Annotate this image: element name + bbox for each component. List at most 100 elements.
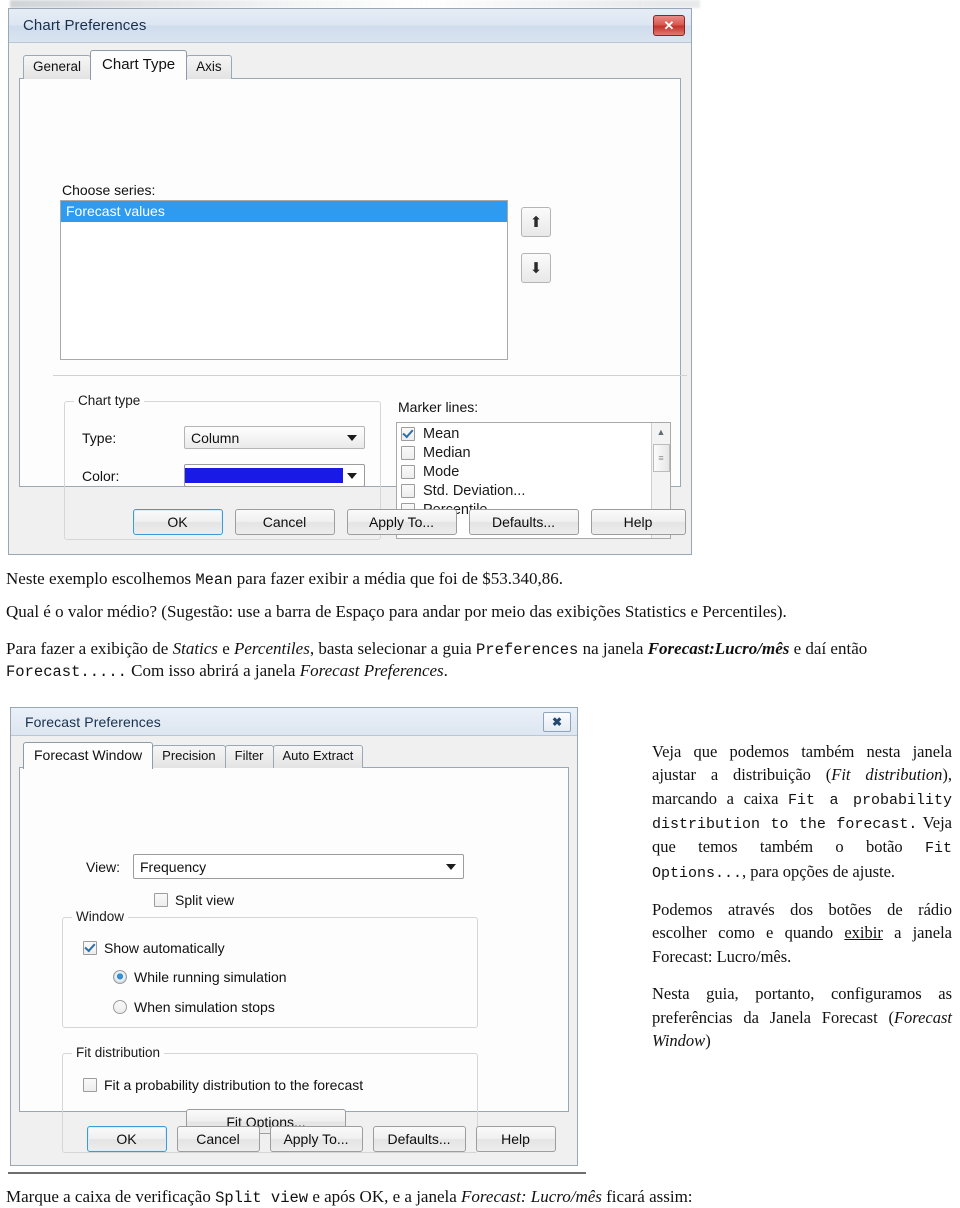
defaults-button[interactable]: Defaults...	[468, 509, 579, 535]
window-group-title: Window	[72, 909, 129, 924]
paragraph-mark-split-view: Marque a caixa de verificação Split view…	[6, 1186, 954, 1208]
marker-label: Median	[423, 445, 471, 461]
marker-row-median[interactable]: Median	[401, 445, 651, 461]
close-icon[interactable]: ✖	[543, 711, 571, 732]
underlined-exibir: exibir	[844, 923, 883, 943]
emphasis-fit-distribution: Fit distribution	[831, 765, 943, 785]
chart-preferences-tabstrip: General Chart Type Axis	[9, 49, 691, 80]
emphasis-forecast-lucro: Forecast:Lucro/mês	[647, 639, 790, 658]
radio-icon[interactable]	[113, 970, 127, 984]
right-text-column: Veja que podemos também nesta janela aju…	[652, 740, 952, 1067]
emphasis-statics: Statics	[172, 639, 218, 658]
apply-to-button[interactable]: Apply To...	[269, 1126, 363, 1152]
ok-button[interactable]: OK	[132, 509, 223, 535]
view-value: Frequency	[140, 858, 207, 875]
chart-preferences-dialog: Chart Preferences ✕ General Chart Type A…	[8, 8, 692, 555]
type-label: Type:	[82, 430, 117, 446]
emphasis-forecast-preferences: Forecast Preferences	[299, 661, 444, 681]
radio-when-simulation-stops[interactable]: When simulation stops	[113, 999, 275, 1015]
horizontal-rule	[8, 1172, 586, 1174]
checkbox-show-automatically[interactable]	[83, 941, 97, 955]
top-page-artifact	[10, 0, 700, 8]
color-label: Color:	[82, 468, 120, 484]
apply-to-button[interactable]: Apply To...	[346, 509, 457, 535]
forecast-preferences-button-row: OK Cancel Apply To... Defaults... Help	[81, 1126, 561, 1152]
tab-chart-type[interactable]: Chart Type	[90, 49, 188, 80]
text-run: , basta selecionar a guia	[309, 639, 476, 658]
choose-series-label: Choose series:	[62, 182, 156, 198]
fit-distribution-group-title: Fit distribution	[72, 1045, 165, 1060]
scrollbar-thumb[interactable]: ≡	[652, 444, 670, 472]
move-series-down-button[interactable]: ⬇	[521, 253, 551, 283]
inline-code-mean: Mean	[195, 571, 233, 589]
tab-precision[interactable]: Precision	[152, 745, 226, 768]
cancel-button[interactable]: Cancel	[176, 1126, 260, 1152]
radio-icon[interactable]	[113, 1000, 127, 1014]
text-run: Marque a caixa de verificação	[6, 1187, 216, 1206]
marker-label: Mean	[423, 426, 460, 442]
chart-preferences-button-row: OK Cancel Apply To... Defaults... Help	[129, 509, 689, 535]
text-run: Qual é o valor médio? (Sugestão: use a b…	[6, 602, 787, 621]
help-button[interactable]: Help	[590, 509, 686, 535]
paragraph-radio-buttons: Podemos através dos botões de rádio esco…	[652, 898, 952, 968]
paragraph-guia-summary: Nesta guia, portanto, configuramos as pr…	[652, 982, 952, 1052]
chart-type-select[interactable]: Column	[184, 426, 365, 449]
paragraph-example-mean: Neste exemplo escolhemos Mean para fazer…	[6, 568, 946, 590]
chart-color-select[interactable]	[184, 464, 365, 487]
help-button[interactable]: Help	[475, 1126, 556, 1152]
marker-row-std-deviation[interactable]: Std. Deviation...	[401, 483, 651, 499]
marker-label: Std. Deviation...	[423, 483, 526, 499]
checkbox-split-view[interactable]	[154, 893, 168, 907]
text-run: e	[217, 639, 234, 658]
view-label: View:	[86, 859, 120, 875]
text-run: Com isso abrirá a janela	[126, 661, 300, 681]
defaults-button[interactable]: Defaults...	[372, 1126, 466, 1152]
ok-button[interactable]: OK	[86, 1126, 167, 1152]
forecast-preferences-dialog: Forecast Preferences ✖ Forecast Window P…	[10, 707, 578, 1166]
marker-row-mean[interactable]: Mean	[401, 426, 651, 442]
radio-while-running-simulation[interactable]: While running simulation	[113, 969, 287, 985]
tab-auto-extract[interactable]: Auto Extract	[272, 745, 364, 768]
text-run: e daí então	[789, 639, 868, 658]
paragraph-question-mean-value: Qual é o valor médio? (Sugestão: use a b…	[6, 601, 952, 623]
tab-forecast-window[interactable]: Forecast Window	[23, 741, 154, 769]
view-select[interactable]: Frequency	[133, 854, 464, 879]
checkbox-mode[interactable]	[401, 465, 415, 479]
chart-type-value: Column	[191, 429, 240, 446]
split-view-label: Split view	[175, 892, 235, 908]
tab-axis[interactable]: Axis	[186, 55, 232, 79]
emphasis-forecast-lucro-mes: Forecast: Lucro/mês	[461, 1187, 602, 1206]
fit-probability-label: Fit a probability distribution to the fo…	[104, 1077, 364, 1093]
panel-separator	[53, 375, 687, 376]
marker-label: Mode	[423, 464, 460, 480]
series-listbox[interactable]: Forecast values	[60, 200, 508, 360]
inline-code-forecast: Forecast.....	[6, 663, 127, 682]
split-view-option[interactable]: Split view	[154, 892, 234, 908]
show-automatically-option[interactable]: Show automatically	[83, 940, 225, 956]
close-icon[interactable]: ✕	[653, 15, 685, 36]
scroll-up-icon[interactable]: ▲	[652, 423, 670, 440]
checkbox-std-deviation[interactable]	[401, 484, 415, 498]
inline-code-split-view: Split view	[215, 1189, 309, 1207]
paragraph-fit-distribution: Veja que podemos também nesta janela aju…	[652, 740, 952, 884]
text-run: e após OK, e a janela	[308, 1187, 462, 1206]
move-series-up-button[interactable]: ⬆	[521, 207, 551, 237]
tab-filter[interactable]: Filter	[224, 745, 274, 768]
window-groupbox: Window Show automatically While running …	[62, 909, 478, 1028]
forecast-preferences-tabstrip: Forecast Window Precision Filter Auto Ex…	[11, 741, 577, 769]
fit-probability-option[interactable]: Fit a probability distribution to the fo…	[83, 1077, 363, 1093]
show-automatically-label: Show automatically	[104, 940, 225, 956]
checkbox-fit-probability-distribution[interactable]	[83, 1078, 97, 1092]
cancel-button[interactable]: Cancel	[234, 509, 335, 535]
checkbox-mean[interactable]	[401, 427, 415, 441]
emphasis-percentiles: Percentiles	[233, 639, 310, 658]
radio-label: While running simulation	[134, 969, 287, 985]
list-item[interactable]: Forecast values	[61, 201, 507, 222]
checkbox-median[interactable]	[401, 446, 415, 460]
marker-row-mode[interactable]: Mode	[401, 464, 651, 480]
tab-general[interactable]: General	[23, 55, 92, 79]
paragraph-how-to-open-preferences: Para fazer a exibição de Statics e Perce…	[6, 638, 954, 683]
chart-type-group-title: Chart type	[74, 393, 145, 408]
chevron-down-icon	[446, 863, 456, 870]
text-run: ficará assim:	[601, 1187, 693, 1206]
